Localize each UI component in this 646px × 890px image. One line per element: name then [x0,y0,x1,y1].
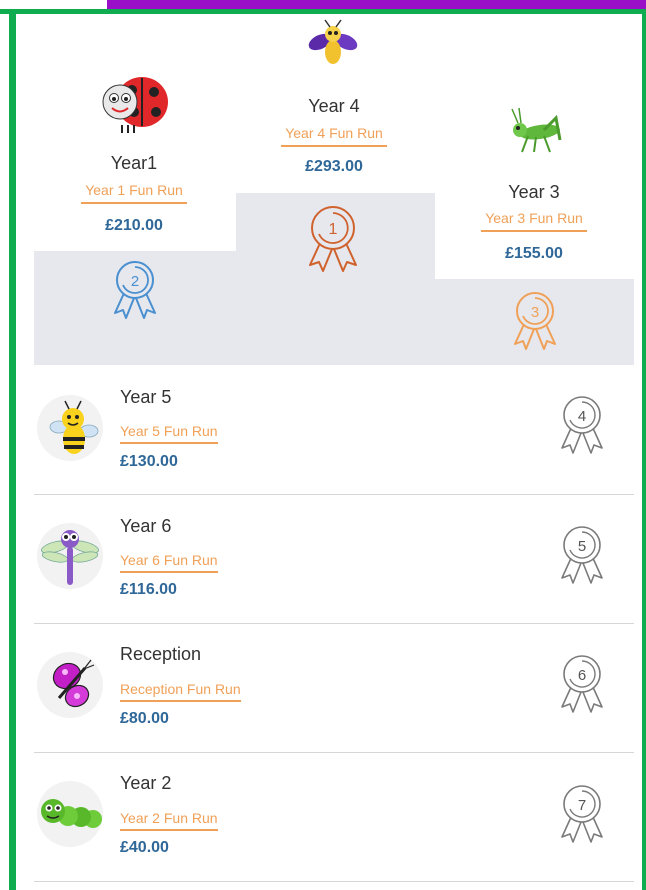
fun-run-link[interactable]: Year 5 Fun Run [120,423,218,444]
caterpillar-icon [37,781,103,847]
frame-border-top [0,9,646,14]
frame-border-left [9,9,16,890]
list-item-rank-5: Year 6 Year 6 Fun Run £116.00 5 [34,494,634,624]
fun-run-link[interactable]: Year 2 Fun Run [120,810,218,831]
svg-text:2: 2 [131,273,139,290]
grasshopper-icon [506,106,566,156]
ladybird-icon [100,70,170,134]
list-item-rank-7: Year 2 Year 2 Fun Run £40.00 7 [34,752,634,882]
svg-text:3: 3 [531,304,539,321]
podium-second-amount: £210.00 [105,217,163,234]
svg-text:5: 5 [578,538,586,555]
podium-third-amount: £155.00 [505,245,563,262]
dragonfly-icon [37,523,103,589]
bee-icon [37,395,103,461]
rank-7-medal-icon: 7 [557,782,607,844]
podium-first-fun-run-link[interactable]: Year 4 Fun Run [281,125,387,147]
amount-raised: £130.00 [120,453,178,470]
top-accent-bar [107,0,646,9]
svg-text:7: 7 [578,797,586,814]
rank-5-medal-icon: 5 [557,523,607,585]
rank-4-medal-icon: 4 [557,393,607,455]
podium-second-name: Year1 [110,153,158,173]
butterfly-icon [37,652,103,718]
fun-run-link[interactable]: Reception Fun Run [120,681,241,702]
rank-3-medal-icon: 3 [510,289,560,351]
team-name: Reception [120,644,202,664]
rank-1-medal-icon: 1 [304,203,362,275]
team-name: Year 5 [120,387,172,407]
podium-first-name: Year 4 [308,96,360,116]
podium-third-fun-run-link[interactable]: Year 3 Fun Run [481,210,587,232]
amount-raised: £116.00 [120,581,177,598]
rank-6-medal-icon: 6 [557,652,607,714]
amount-raised: £40.00 [120,839,169,856]
svg-text:1: 1 [329,221,338,238]
team-name: Year 6 [120,516,172,536]
svg-text:6: 6 [578,667,586,684]
list-item-rank-4: Year 5 Year 5 Fun Run £130.00 4 [34,365,634,495]
frame-border-right [642,9,646,890]
podium-third-name: Year 3 [508,182,560,202]
team-name: Year 2 [120,773,172,793]
fun-run-link[interactable]: Year 6 Fun Run [120,552,218,573]
list-item-rank-6: Reception Reception Fun Run £80.00 6 [34,623,634,753]
amount-raised: £80.00 [120,710,169,727]
svg-text:4: 4 [578,408,586,425]
podium-first-amount: £293.00 [305,158,363,175]
firefly-icon [306,18,360,72]
podium-second-fun-run-link[interactable]: Year 1 Fun Run [81,182,187,204]
rank-2-medal-icon: 2 [110,258,160,322]
